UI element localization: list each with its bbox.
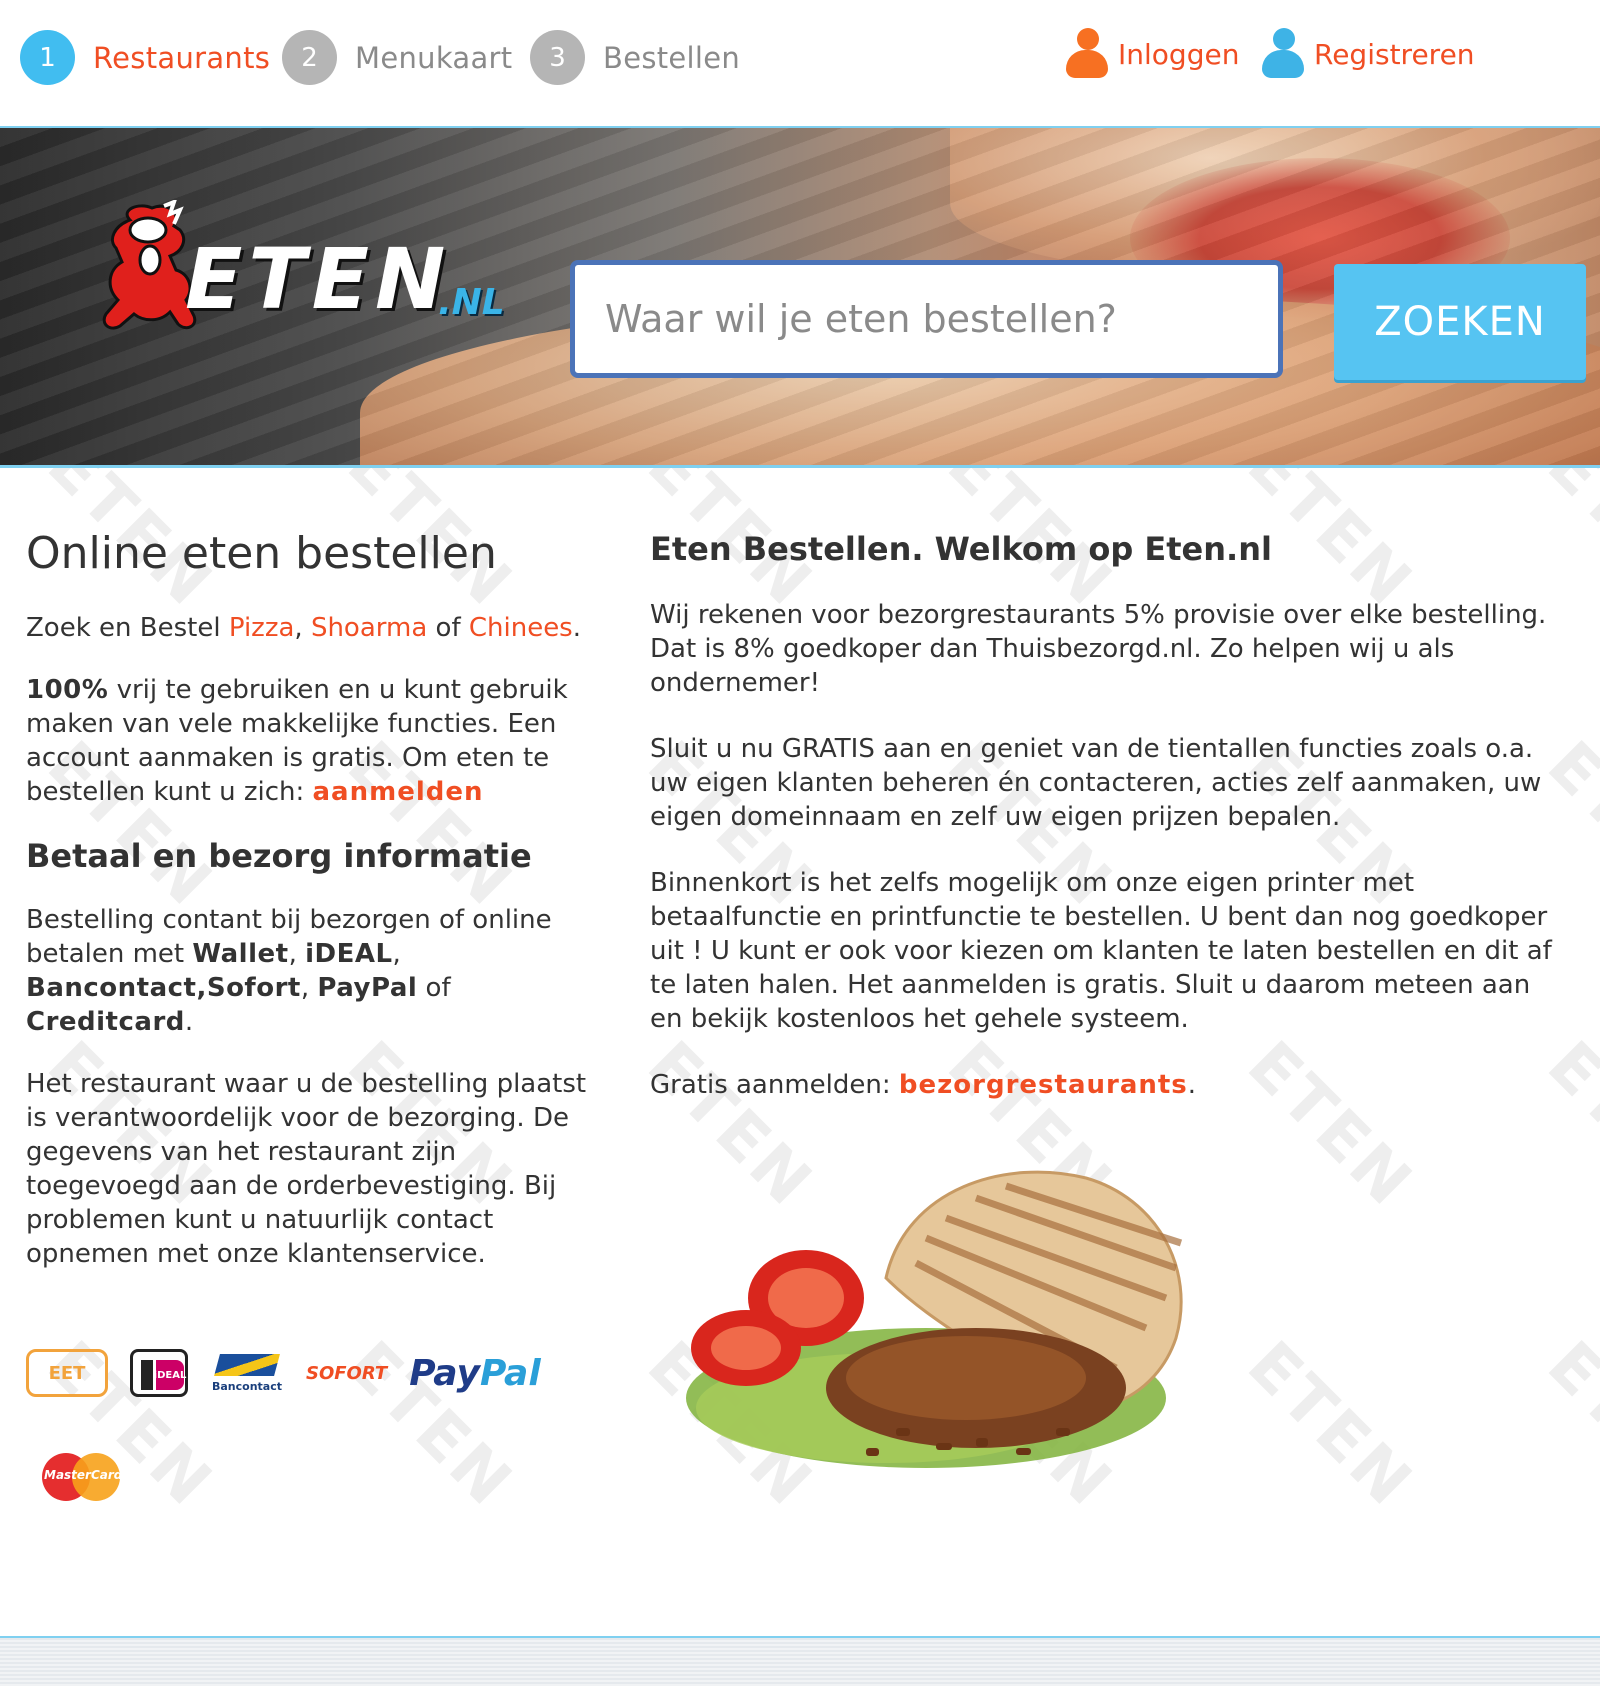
login-link[interactable]: Inloggen bbox=[1066, 28, 1239, 80]
payment-separator: , bbox=[288, 939, 306, 969]
mastercard-logo: MasterCard bbox=[42, 1453, 123, 1501]
step-number: 3 bbox=[530, 30, 585, 85]
wallet-logo: EET bbox=[26, 1349, 108, 1397]
step-label: Menukaart bbox=[355, 40, 513, 75]
shoarma-pita-image bbox=[686, 1170, 1183, 1468]
shoarma-link[interactable]: Shoarma bbox=[311, 613, 427, 643]
commission-text: Wij rekenen voor bezorgrestaurants 5% pr… bbox=[650, 600, 1547, 698]
watermark-text: ETEN bbox=[1533, 1327, 1600, 1523]
ideal-logo: iDEAL bbox=[130, 1349, 188, 1397]
payment-logos: EET iDEAL Bancontact SOFORT Pay Pal bbox=[26, 1318, 606, 1428]
register-label: Registreren bbox=[1314, 37, 1475, 71]
step-number: 2 bbox=[282, 30, 337, 85]
step-restaurants[interactable]: 1 Restaurants bbox=[20, 30, 270, 85]
pizza-link[interactable]: Pizza bbox=[229, 613, 295, 643]
intro-suffix: . bbox=[572, 613, 581, 643]
welcome-heading: Eten Bestellen. Welkom op Eten.nl bbox=[650, 530, 1272, 568]
signup-suffix: . bbox=[1187, 1070, 1197, 1100]
hero-banner: ETEN .NL ZOEKEN bbox=[0, 126, 1600, 468]
printer-text: Binnenkort is het zelfs mogelijk om onze… bbox=[650, 868, 1552, 1034]
footer bbox=[0, 1636, 1600, 1686]
signup-prefix: Gratis aanmelden: bbox=[650, 1070, 899, 1100]
logo-text: ETEN bbox=[185, 230, 452, 328]
chinees-link[interactable]: Chinees bbox=[469, 613, 573, 643]
intro-prefix: Zoek en Bestel bbox=[26, 613, 229, 643]
payment-method: PayPal bbox=[317, 973, 418, 1003]
top-navigation: 1 Restaurants 2 Menukaart 3 Bestellen In… bbox=[0, 0, 1600, 126]
bezorgrestaurants-link[interactable]: bezorgrestaurants bbox=[899, 1070, 1188, 1100]
intro-separator: of bbox=[427, 613, 469, 643]
payment-heading: Betaal en bezorg informatie bbox=[26, 837, 532, 875]
login-label: Inloggen bbox=[1118, 37, 1240, 71]
free-description: vrij te gebruiken en u kunt gebruik make… bbox=[26, 675, 568, 807]
search-input[interactable] bbox=[570, 260, 1283, 378]
payment-separator: . bbox=[184, 1007, 194, 1037]
page-title: Online eten bestellen bbox=[26, 528, 497, 579]
paypal-logo: Pay Pal bbox=[409, 1353, 540, 1394]
bancontact-logo: Bancontact bbox=[210, 1347, 284, 1399]
main-content: ETEN ETEN ETEN ETEN ETEN ETEN ETEN ETEN ETEN ETEN… bbox=[0, 468, 1600, 1636]
mastercard-text: MasterCard bbox=[44, 1468, 123, 1482]
payment-method: Wallet bbox=[192, 939, 289, 969]
sofort-logo: SOFORT bbox=[306, 1362, 388, 1384]
delivery-text: Het restaurant waar u de bestelling plaa… bbox=[26, 1069, 587, 1269]
watermark-text: ETEN bbox=[1233, 1327, 1428, 1523]
intro-text: Zoek en Bestel Pizza, Shoarma of Chinees… bbox=[26, 611, 606, 645]
aanmelden-link[interactable]: aanmelden bbox=[313, 777, 484, 807]
step-bestellen[interactable]: 3 Bestellen bbox=[530, 30, 740, 85]
payment-separator: , bbox=[392, 939, 401, 969]
site-logo[interactable]: ETEN .NL bbox=[60, 200, 520, 350]
payment-method: Creditcard bbox=[26, 1007, 185, 1037]
user-icon bbox=[1066, 28, 1108, 80]
intro-separator: , bbox=[294, 613, 311, 643]
logo-tld: .NL bbox=[438, 282, 505, 323]
free-usage-text: 100% vrij te gebruiken en u kunt gebruik… bbox=[26, 673, 606, 809]
payment-separator: of bbox=[417, 973, 451, 1003]
bancontact-stripes bbox=[214, 1353, 280, 1376]
user-add-icon bbox=[1262, 28, 1304, 80]
payment-method: Bancontact,Sofort bbox=[26, 973, 301, 1003]
paypal-logo-pal: Pal bbox=[479, 1352, 541, 1394]
paypal-logo-pay: Pay bbox=[409, 1352, 480, 1394]
step-menukaart[interactable]: 2 Menukaart bbox=[282, 30, 512, 85]
step-label: Restaurants bbox=[93, 40, 271, 75]
left-column: Online eten bestellen Zoek en Bestel Piz… bbox=[26, 528, 606, 1299]
free-percentage: 100% bbox=[26, 675, 109, 705]
payment-separator: , bbox=[300, 973, 318, 1003]
ideal-logo-text: iDEAL bbox=[154, 1360, 186, 1390]
right-column: Eten Bestellen. Welkom op Eten.nl Wij re… bbox=[650, 530, 1555, 1134]
step-label: Bestellen bbox=[603, 40, 741, 75]
signup-text: Gratis aanmelden: bezorgrestaurants. bbox=[650, 1068, 1555, 1102]
register-link[interactable]: Registreren bbox=[1262, 28, 1475, 80]
payment-method: iDEAL bbox=[305, 939, 393, 969]
search-button[interactable]: ZOEKEN bbox=[1334, 264, 1586, 380]
step-number: 1 bbox=[20, 30, 75, 85]
payment-text: Bestelling contant bij bezorgen of onlin… bbox=[26, 903, 606, 1039]
features-text: Sluit u nu GRATIS aan en geniet van de t… bbox=[650, 734, 1542, 832]
bancontact-text: Bancontact bbox=[211, 1379, 282, 1393]
